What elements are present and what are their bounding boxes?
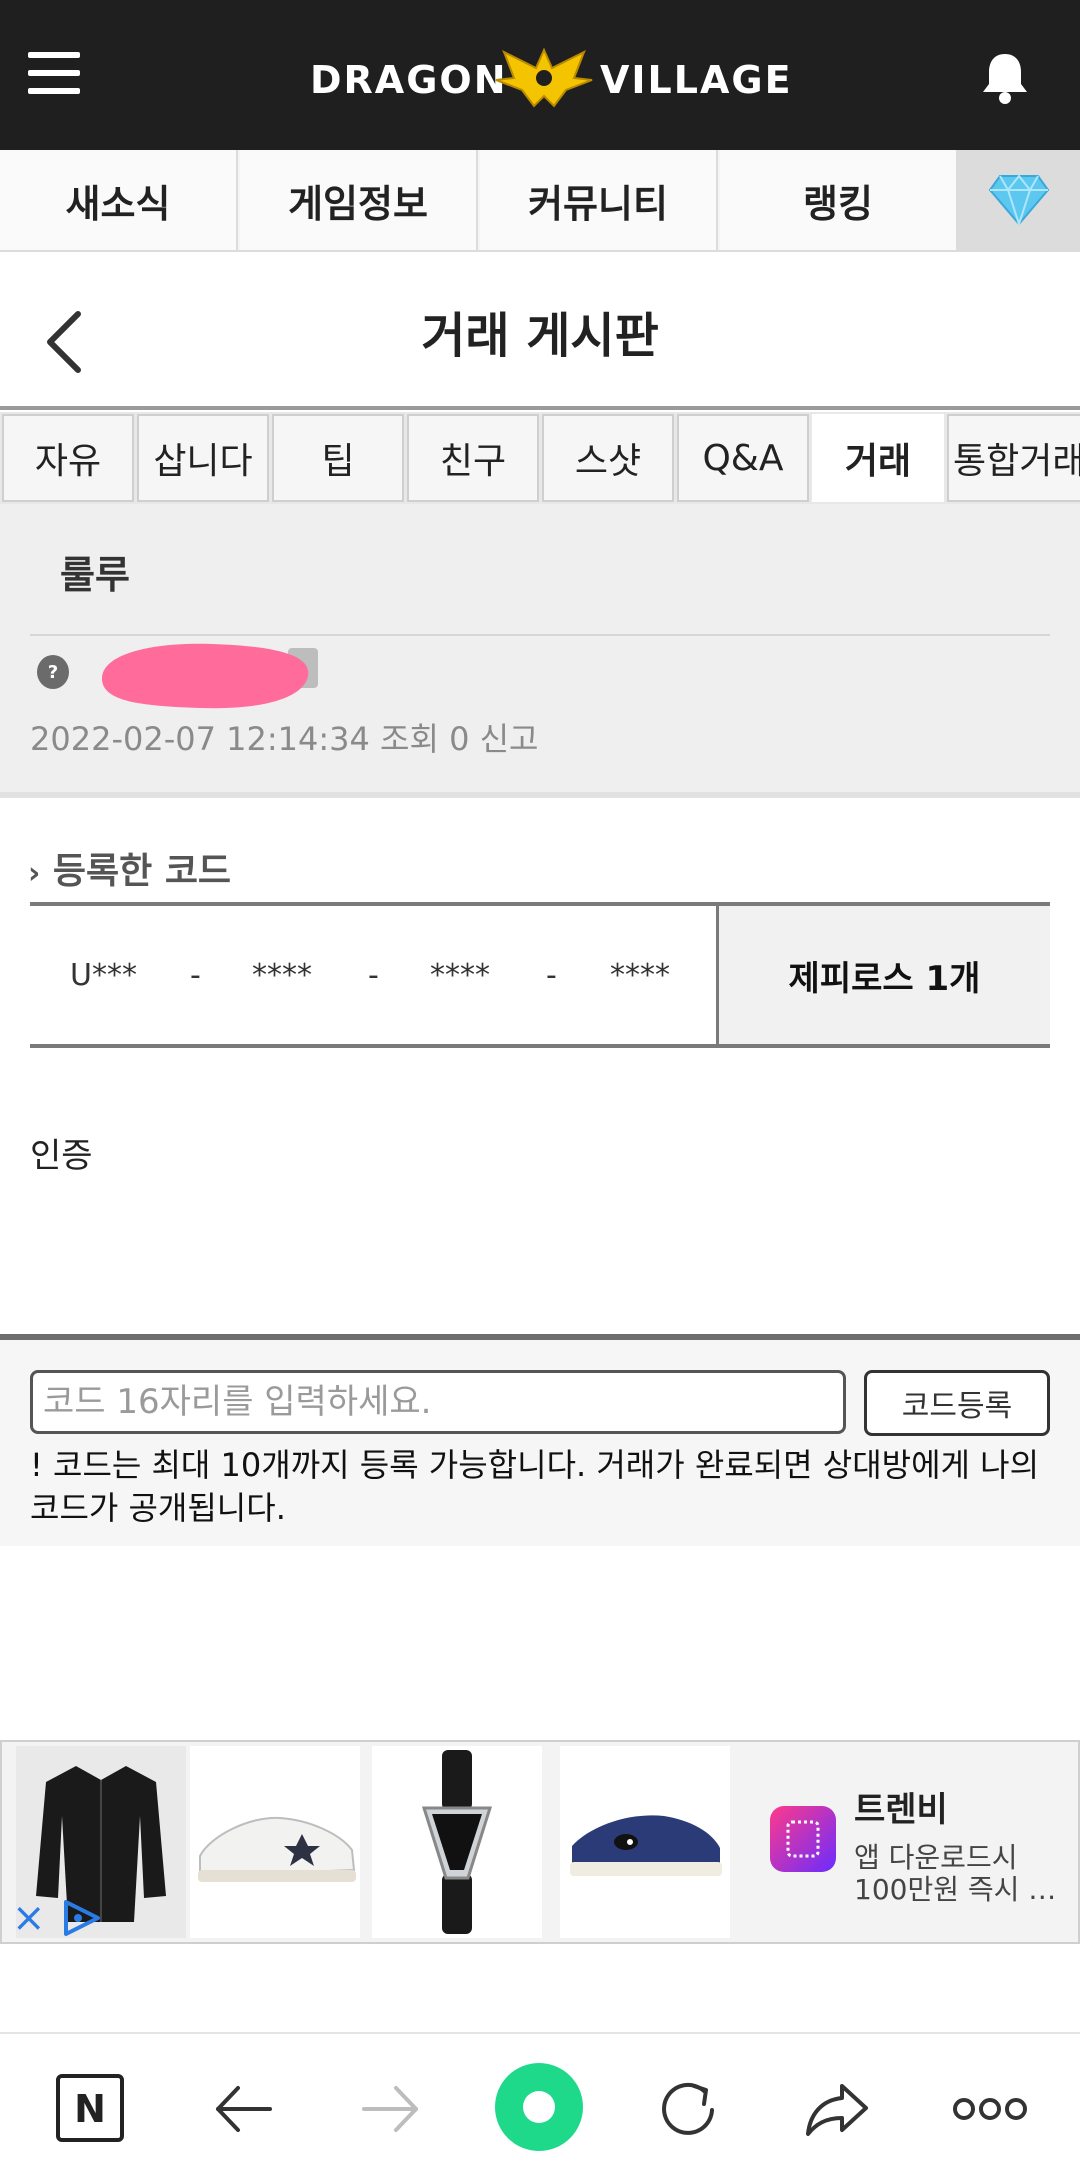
tab-integrated-trade[interactable]: 통합거래 bbox=[947, 414, 1080, 502]
code-separator: - bbox=[190, 957, 201, 993]
page-title-bar: 거래 게시판 bbox=[0, 252, 1080, 410]
tab-tips[interactable]: 팁 bbox=[272, 414, 404, 502]
browser-bottom-bar: N bbox=[0, 2032, 1080, 2182]
back-arrow-icon[interactable] bbox=[40, 308, 88, 376]
registered-codes-label: › 등록한 코드 bbox=[28, 842, 231, 894]
nav-item-game-info[interactable]: 게임정보 bbox=[240, 150, 478, 250]
ad-text-line-2[interactable]: 100만원 즉시 … bbox=[854, 1868, 1056, 1908]
ad-choices-icon[interactable] bbox=[58, 1898, 104, 1938]
ad-close-icon[interactable]: × bbox=[12, 1898, 52, 1938]
code-part-4: **** bbox=[610, 957, 670, 993]
trenbe-app-logo[interactable] bbox=[770, 1806, 836, 1872]
share-icon[interactable] bbox=[802, 2074, 872, 2144]
tab-friends[interactable]: 친구 bbox=[407, 414, 539, 502]
ad-product-watch-image[interactable] bbox=[372, 1746, 542, 1938]
code-item-name: 제피로스 1개 bbox=[716, 906, 1050, 1044]
logo-emblem-icon bbox=[495, 47, 593, 108]
diamond-icon bbox=[988, 174, 1050, 226]
code-register-panel: 코드등록 ! 코드는 최대 10개까지 등록 가능합니다. 거래가 완료되면 상… bbox=[0, 1334, 1080, 1546]
forward-icon[interactable] bbox=[356, 2074, 426, 2144]
page-title: 거래 게시판 bbox=[421, 308, 659, 364]
tab-qna[interactable]: Q&A bbox=[677, 414, 809, 502]
post-content: 인증 bbox=[30, 1136, 93, 1176]
logo-text-left: DRAGON bbox=[310, 58, 508, 102]
svg-text:N: N bbox=[74, 2087, 106, 2131]
nav-item-news[interactable]: 새소식 bbox=[0, 150, 238, 250]
code-separator: - bbox=[546, 957, 557, 993]
ad-product-white-sneaker-image[interactable] bbox=[190, 1746, 360, 1938]
tab-free[interactable]: 자유 bbox=[2, 414, 134, 502]
post-header: 룰루 ? 2022-02-07 12:14:34 조회 0 신고 bbox=[0, 504, 1080, 798]
board-tabs: 자유 삽니다 팁 친구 스샷 Q&A 거래 통합거래 bbox=[0, 412, 1080, 504]
green-dot-button[interactable] bbox=[494, 2062, 584, 2152]
code-part-3: **** bbox=[430, 957, 490, 993]
code-part-1: U*** bbox=[70, 957, 137, 993]
back-icon[interactable] bbox=[208, 2074, 278, 2144]
registered-codes-label-text: 등록한 코드 bbox=[52, 851, 232, 892]
tab-buy[interactable]: 삽니다 bbox=[137, 414, 269, 502]
logo-text-right: VILLAGE bbox=[600, 58, 793, 102]
refresh-icon[interactable] bbox=[654, 2074, 724, 2144]
post-meta: 2022-02-07 12:14:34 조회 0 신고 bbox=[30, 720, 539, 758]
top-header: DRAGON VILLAGE bbox=[0, 0, 1080, 150]
tab-screenshots[interactable]: 스샷 bbox=[542, 414, 674, 502]
code-part-2: **** bbox=[252, 957, 312, 993]
post-title: 룰루 bbox=[60, 553, 130, 597]
main-nav: 새소식 게임정보 커뮤니티 랭킹 bbox=[0, 150, 1080, 252]
tab-trade[interactable]: 거래 bbox=[812, 414, 944, 502]
code-register-button[interactable]: 코드등록 bbox=[864, 1370, 1050, 1436]
notification-bell-icon[interactable] bbox=[980, 50, 1030, 106]
more-options-icon[interactable] bbox=[952, 2074, 1028, 2144]
nav-item-ranking[interactable]: 랭킹 bbox=[720, 150, 958, 250]
user-grade-egg-icon: ? bbox=[36, 650, 70, 690]
code-separator: - bbox=[368, 957, 379, 993]
menu-icon[interactable] bbox=[28, 52, 80, 96]
ad-banner[interactable]: × 트렌비 앱 다운로드시 100만원 즉시 … bbox=[0, 1740, 1080, 1944]
svg-text:?: ? bbox=[48, 662, 58, 683]
code-input[interactable] bbox=[30, 1370, 846, 1434]
registered-code-row: U*** - **** - **** - **** 제피로스 1개 bbox=[30, 902, 1050, 1048]
author-name-redacted[interactable] bbox=[92, 636, 322, 716]
nav-item-community[interactable]: 커뮤니티 bbox=[480, 150, 718, 250]
code-register-notice: ! 코드는 최대 10개까지 등록 가능합니다. 거래가 완료되면 상대방에게 … bbox=[30, 1446, 1040, 1527]
diamond-shop-button[interactable] bbox=[958, 150, 1080, 250]
dragon-village-logo[interactable]: DRAGON VILLAGE bbox=[310, 40, 791, 120]
naver-home-icon[interactable]: N bbox=[54, 2074, 126, 2144]
ad-product-navy-sneaker-image[interactable] bbox=[560, 1746, 730, 1938]
ad-brand-name[interactable]: 트렌비 bbox=[854, 1782, 948, 1831]
chevron-right-icon: › bbox=[28, 856, 41, 891]
